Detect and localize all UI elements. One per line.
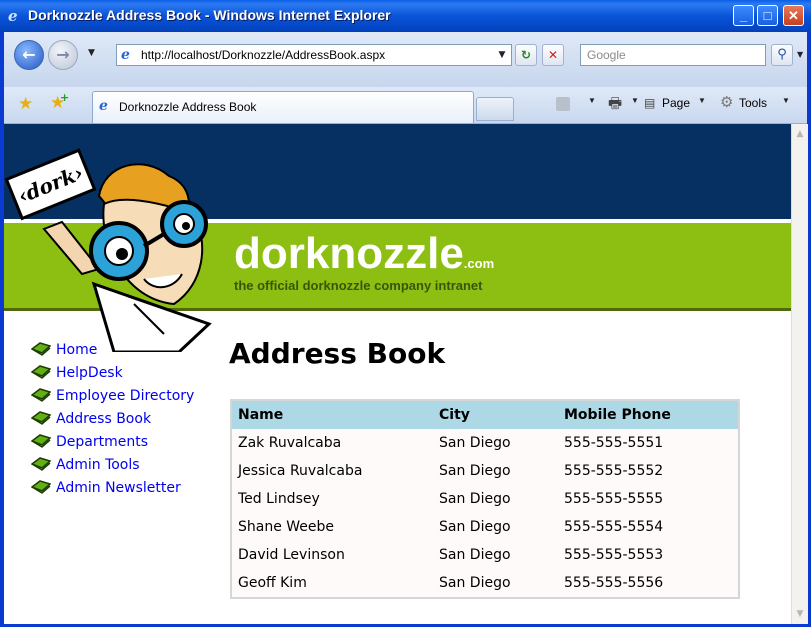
vertical-scrollbar[interactable]: ▲ ▼ bbox=[791, 124, 808, 624]
window-title: Dorknozzle Address Book - Windows Intern… bbox=[28, 7, 391, 23]
sidebar-link-label[interactable]: Admin Tools bbox=[56, 457, 140, 473]
brand-suffix: .com bbox=[463, 256, 495, 271]
cell-city: San Diego bbox=[439, 491, 511, 507]
title-bar[interactable]: e Dorknozzle Address Book - Windows Inte… bbox=[0, 0, 811, 32]
tools-gear-icon[interactable]: ⚙ bbox=[720, 93, 733, 111]
add-favorites-icon[interactable]: ★ + bbox=[50, 91, 69, 113]
tools-menu[interactable]: Tools bbox=[739, 96, 767, 110]
cell-name: David Levinson bbox=[238, 547, 345, 563]
search-icon[interactable]: ⚲ bbox=[771, 44, 793, 66]
cell-mobile-phone: 555-555-5552 bbox=[564, 463, 664, 479]
sidebar-link-label[interactable]: HelpDesk bbox=[56, 365, 123, 381]
brand-name: dorknozzle bbox=[234, 229, 464, 278]
cell-mobile-phone: 555-555-5556 bbox=[564, 575, 664, 591]
column-header-city: City bbox=[433, 401, 558, 429]
browser-window: e Dorknozzle Address Book - Windows Inte… bbox=[0, 0, 811, 627]
site-tagline: the official dorknozzle company intranet bbox=[234, 278, 483, 293]
print-dropdown-icon[interactable]: ▼ bbox=[631, 96, 639, 105]
search-input[interactable]: Google bbox=[580, 44, 766, 66]
cell-city: San Diego bbox=[439, 463, 511, 479]
back-button[interactable]: ← bbox=[14, 40, 44, 70]
page-dropdown-icon[interactable]: ▼ bbox=[698, 96, 706, 105]
refresh-button[interactable]: ↻ bbox=[515, 44, 537, 66]
address-book-grid: Name City Mobile Phone Zak Ruvalcaba San… bbox=[230, 399, 740, 599]
book-bullet-icon bbox=[31, 457, 51, 471]
column-header-name: Name bbox=[232, 401, 433, 429]
table-row: Jessica Ruvalcaba San Diego 555-555-5552 bbox=[232, 457, 738, 485]
book-bullet-icon bbox=[31, 388, 51, 402]
page-menu-icon[interactable]: ▤ bbox=[644, 96, 655, 110]
cell-mobile-phone: 555-555-5551 bbox=[564, 435, 664, 451]
table-row: David Levinson San Diego 555-555-5553 bbox=[232, 541, 738, 569]
search-placeholder: Google bbox=[587, 48, 626, 62]
tools-dropdown-icon[interactable]: ▼ bbox=[782, 96, 790, 105]
dork-mascot-logo: ‹dork› bbox=[4, 148, 212, 352]
cell-city: San Diego bbox=[439, 575, 511, 591]
address-toolbar: ← → ▼ e http://localhost/Dorknozzle/Addr… bbox=[4, 32, 807, 87]
page-icon: e bbox=[121, 47, 130, 63]
book-bullet-icon bbox=[31, 480, 51, 494]
cell-city: San Diego bbox=[439, 435, 511, 451]
sidebar-link-label[interactable]: Departments bbox=[56, 434, 148, 450]
new-tab-button[interactable] bbox=[476, 97, 514, 121]
address-dropdown-icon[interactable]: ▼ bbox=[495, 47, 509, 63]
close-button[interactable]: ✕ bbox=[783, 5, 804, 26]
print-icon[interactable]: 🖶 bbox=[608, 93, 622, 118]
command-bar: ★ ★ + e Dorknozzle Address Book ▼ 🖶 ▼ ▤ P… bbox=[4, 87, 807, 124]
table-row: Geoff Kim San Diego 555-555-5556 bbox=[232, 569, 738, 597]
stop-button[interactable]: ✕ bbox=[542, 44, 564, 66]
cell-name: Jessica Ruvalcaba bbox=[238, 463, 363, 479]
forward-button[interactable]: → bbox=[48, 40, 78, 70]
address-field[interactable]: e http://localhost/Dorknozzle/AddressBoo… bbox=[116, 44, 512, 66]
scroll-up-arrow-icon[interactable]: ▲ bbox=[793, 126, 807, 142]
cell-mobile-phone: 555-555-5554 bbox=[564, 519, 664, 535]
book-bullet-icon bbox=[31, 411, 51, 425]
book-bullet-icon bbox=[31, 342, 51, 356]
ie-logo-icon: e bbox=[8, 7, 18, 25]
cell-city: San Diego bbox=[439, 547, 511, 563]
book-bullet-icon bbox=[31, 365, 51, 379]
scroll-down-arrow-icon[interactable]: ▼ bbox=[793, 606, 807, 622]
address-book-table: Name City Mobile Phone Zak Ruvalcaba San… bbox=[232, 401, 738, 597]
cell-city: San Diego bbox=[439, 519, 511, 535]
feeds-dropdown-icon[interactable]: ▼ bbox=[588, 96, 596, 105]
table-header-row: Name City Mobile Phone bbox=[232, 401, 738, 429]
table-row: Shane Weebe San Diego 555-555-5554 bbox=[232, 513, 738, 541]
favorites-star-icon[interactable]: ★ bbox=[18, 94, 33, 114]
book-bullet-icon bbox=[31, 434, 51, 448]
tab-label: Dorknozzle Address Book bbox=[119, 100, 257, 114]
table-row: Ted Lindsey San Diego 555-555-5555 bbox=[232, 485, 738, 513]
cell-name: Geoff Kim bbox=[238, 575, 307, 591]
search-options-dropdown-icon[interactable]: ▼ bbox=[797, 50, 803, 59]
sidebar-link-label[interactable]: Employee Directory bbox=[56, 388, 194, 404]
recent-pages-dropdown-icon[interactable]: ▼ bbox=[88, 48, 95, 58]
minimize-button[interactable]: _ bbox=[733, 5, 754, 26]
page-title: Address Book bbox=[229, 337, 446, 370]
tab-dorknozzle-address-book[interactable]: e Dorknozzle Address Book bbox=[92, 91, 474, 123]
sidebar-link-label[interactable]: Admin Newsletter bbox=[56, 480, 181, 496]
page-menu[interactable]: Page bbox=[662, 96, 690, 110]
table-row: Zak Ruvalcaba San Diego 555-555-5551 bbox=[232, 429, 738, 457]
tab-page-icon: e bbox=[99, 98, 108, 114]
column-header-mobile-phone: Mobile Phone bbox=[558, 401, 738, 429]
cell-mobile-phone: 555-555-5553 bbox=[564, 547, 664, 563]
maximize-button[interactable]: □ bbox=[757, 5, 778, 26]
cell-name: Ted Lindsey bbox=[238, 491, 320, 507]
cell-name: Zak Ruvalcaba bbox=[238, 435, 342, 451]
cell-mobile-phone: 555-555-5555 bbox=[564, 491, 664, 507]
page-content: ‹dork› dorknozzle.com the official dorkn… bbox=[4, 124, 791, 624]
address-url[interactable]: http://localhost/Dorknozzle/AddressBook.… bbox=[141, 48, 385, 62]
feeds-icon[interactable] bbox=[556, 97, 570, 111]
cell-name: Shane Weebe bbox=[238, 519, 335, 535]
sidebar-link-label[interactable]: Home bbox=[56, 342, 97, 358]
sidebar-link-label[interactable]: Address Book bbox=[56, 411, 151, 427]
